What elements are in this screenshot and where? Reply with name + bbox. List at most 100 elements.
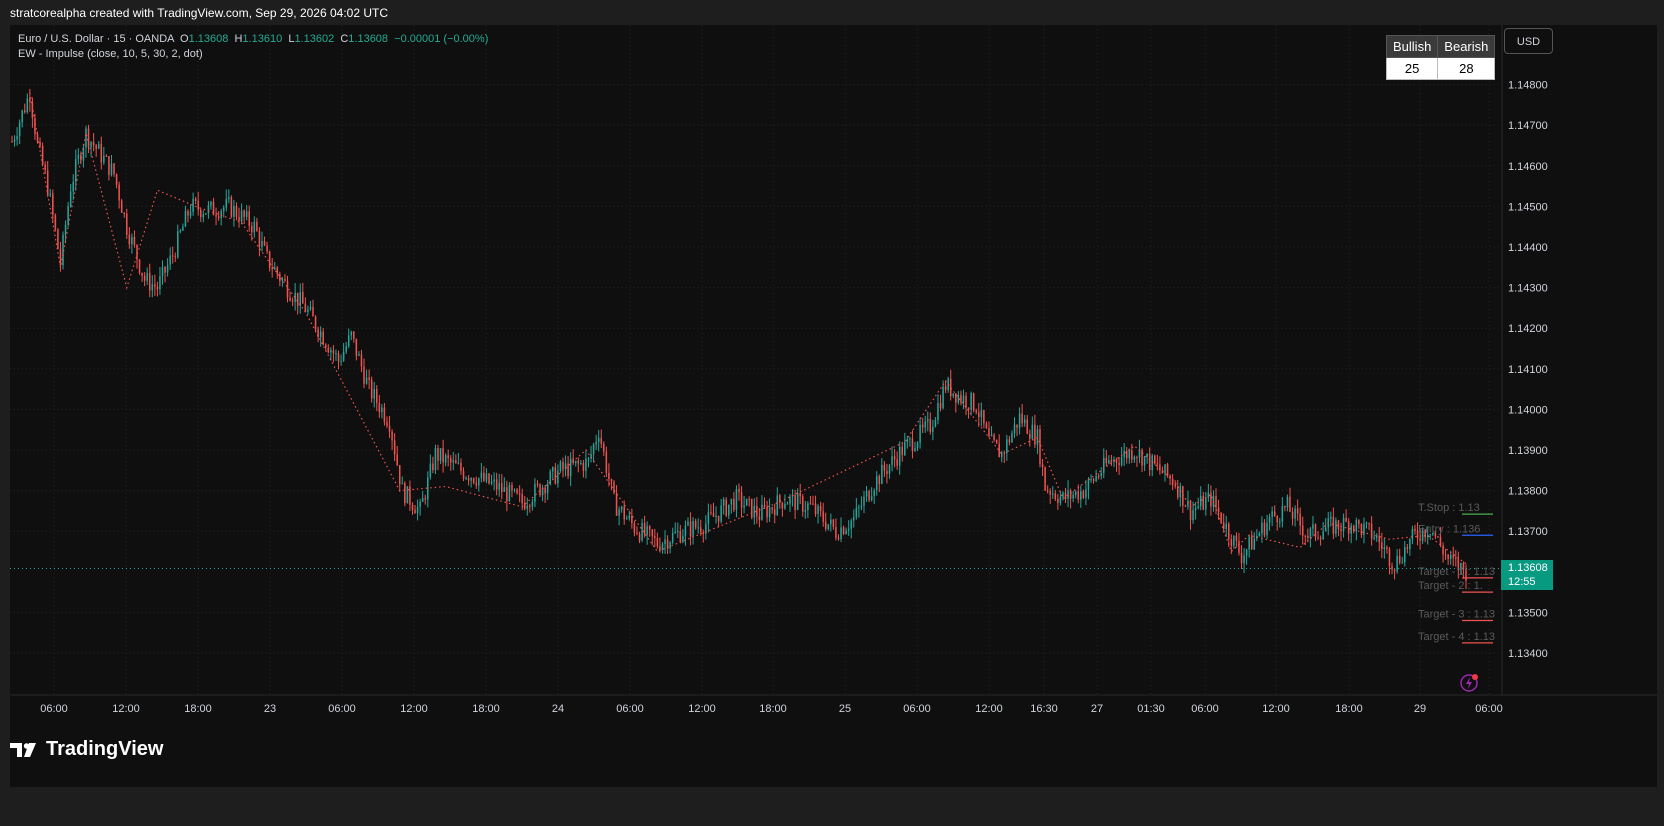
candle-body [712,512,715,517]
candle-body [434,448,437,471]
chart-pane[interactable]: 1.14800 1.14700 1.14600 1.14500 1.14400 1.143… [10,25,1657,787]
candle-body [1085,489,1087,498]
price-chart[interactable]: 1.14800 1.14700 1.14600 1.14500 1.14400 1.143… [10,25,1657,725]
candle-body [916,442,919,449]
candle-body [717,515,720,522]
candle-body [143,275,146,281]
currency-button[interactable]: USD [1504,28,1553,54]
candle-body [271,267,273,270]
candle-body [1404,547,1406,563]
candle-body [720,505,722,522]
candle-body [52,193,54,215]
bearish-header: Bearish [1437,35,1496,58]
candle-body [1279,521,1281,523]
candle-body [865,490,868,497]
candle-body [544,487,546,494]
high-value: 1.13610 [242,33,283,45]
candle-body [1447,554,1449,559]
candle-body [296,292,299,306]
candle-body [1238,540,1240,553]
candle-body [442,448,444,463]
candle-body [207,205,210,214]
price-axis-label: 1.14000 [1508,404,1548,416]
candle-body [225,199,228,208]
symbol-legend[interactable]: Euro / U.S. Dollar · 15 · OANDA O1.13608… [18,33,488,45]
candle-body [488,473,490,484]
candle-body [580,462,582,464]
alert-lightning-icon[interactable] [1459,673,1479,693]
indicator-legend[interactable]: EW - Impulse (close, 10, 5, 30, 2, dot) [18,48,203,60]
candle-body [268,251,271,268]
candle-body [1284,505,1286,508]
candle-body [1296,508,1299,514]
candle-body [799,493,801,497]
candle-body [786,503,789,505]
price-axis-label: 1.14200 [1508,323,1548,335]
candle-body [888,465,891,474]
candle-body [674,531,676,533]
candle-body [49,193,52,195]
candle-body [202,214,205,218]
tradingview-logo[interactable]: TradingView [10,738,163,761]
candle-body [1041,464,1044,468]
candle-body [1202,495,1205,510]
candle-body [1077,491,1080,500]
candle-body [687,521,689,526]
candle-body [689,521,692,537]
candle-body [1097,475,1100,477]
candle-body [128,234,131,245]
candle-body [1383,547,1386,550]
ew-count-table: Bullish Bearish 25 28 [1385,35,1496,80]
candle-body [1233,535,1235,546]
price-axis-label: 1.13900 [1508,445,1548,457]
candle-body [302,292,304,304]
candle-body [878,476,881,485]
candle-body [710,512,712,514]
candle-body [886,471,888,474]
candle-body [1414,528,1416,531]
candle-body [419,501,421,507]
candle-body [470,478,472,481]
candle-body [531,501,534,507]
price-axis-label: 1.14100 [1508,364,1548,376]
candle-body [1205,497,1207,510]
candle-body [1289,496,1291,512]
candle-body [197,200,199,210]
candle-body [1363,523,1365,535]
candle-body [1210,492,1212,507]
candle-body [126,213,128,235]
candle-body [498,483,500,490]
candle-body [1258,533,1261,536]
candle-body [350,331,353,336]
candle-body [587,458,590,460]
candle-body [1271,511,1273,518]
symbol-title: Euro / U.S. Dollar · 15 · OANDA [18,33,174,45]
candle-body [909,438,911,440]
candle-body [322,331,324,345]
candle-body [159,276,161,290]
candle-body [1266,522,1268,536]
candle-body [523,503,526,509]
candle-body [1125,450,1128,459]
level-label: Target - 1 : 1.13 [1418,566,1495,578]
candle-body [1324,527,1327,532]
candle-body [39,142,41,146]
candle-body [677,531,679,533]
candle-body [358,354,360,356]
candle-body [546,484,549,494]
candle-body [508,484,511,502]
candle-body [286,280,289,298]
candle-body [1449,554,1452,559]
snapshot-header: stratcorealpha created with TradingView.… [10,6,388,20]
candle-body [1304,535,1307,537]
candle-body [638,533,641,541]
candle-body [832,519,835,527]
candle-body [529,505,531,507]
candle-body [1148,453,1151,470]
candle-body [1016,424,1018,428]
candle-body [699,527,702,533]
candle-body [465,477,467,479]
candle-body [1307,535,1309,538]
candle-body [860,505,863,507]
candle-body [1250,536,1253,550]
